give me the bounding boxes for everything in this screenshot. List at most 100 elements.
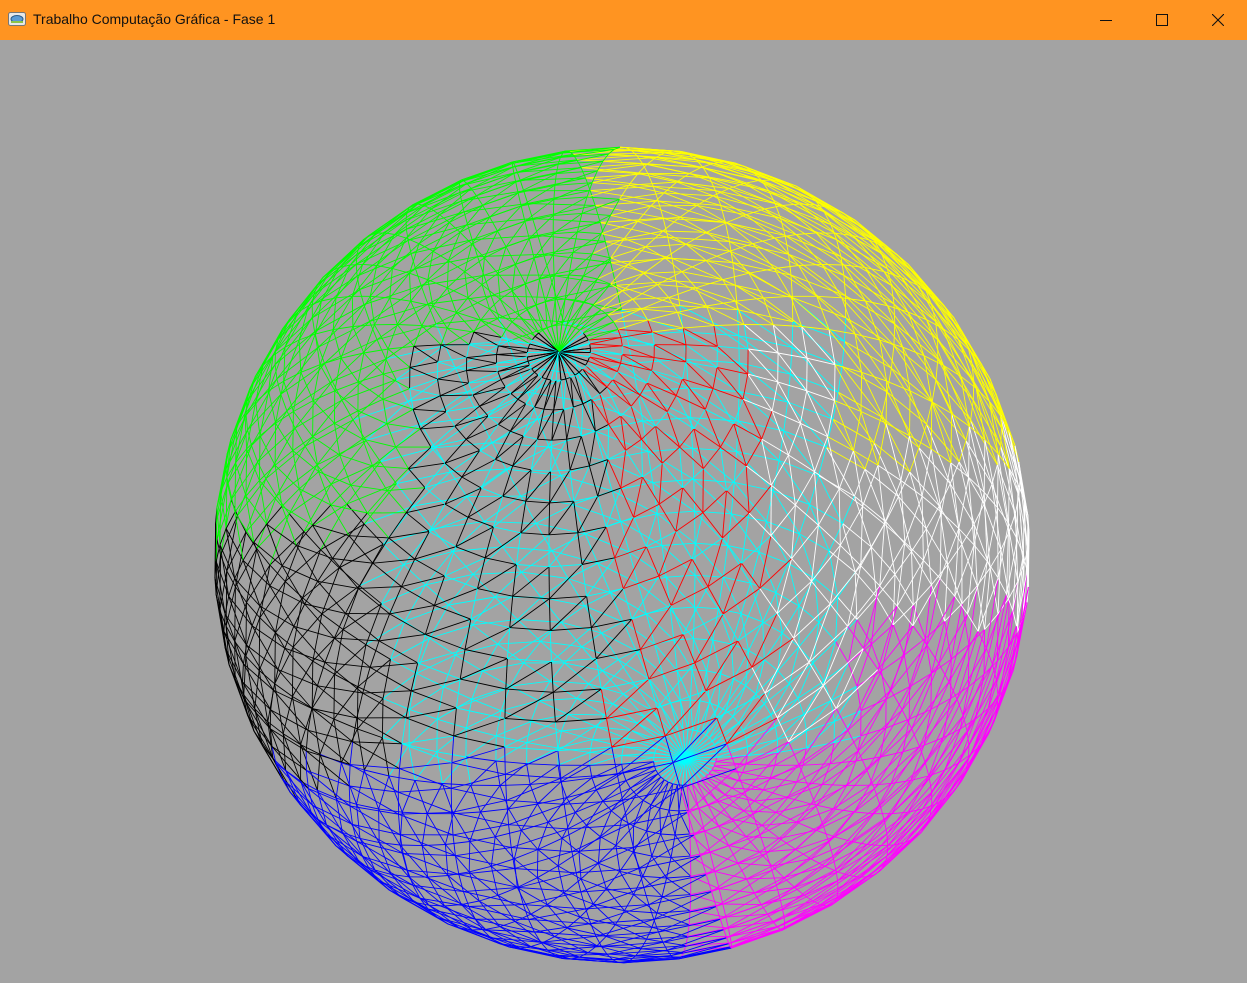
mesh-edge bbox=[523, 662, 551, 682]
mesh-edge bbox=[298, 339, 302, 373]
mesh-edge bbox=[665, 576, 695, 608]
mesh-edge bbox=[798, 504, 811, 535]
mesh-edge bbox=[642, 476, 660, 505]
mesh-edge bbox=[737, 862, 747, 880]
mesh-edge bbox=[706, 222, 727, 233]
mesh-edge bbox=[726, 214, 747, 223]
mesh-edge bbox=[715, 190, 776, 204]
mesh-edge bbox=[525, 278, 540, 285]
mesh-edge bbox=[446, 312, 457, 329]
mesh-edge bbox=[860, 372, 863, 412]
mesh-edge bbox=[357, 381, 384, 400]
mesh-edge bbox=[517, 398, 527, 405]
mesh-edge bbox=[722, 512, 750, 539]
mesh-edge bbox=[958, 477, 970, 529]
mesh-edge bbox=[770, 535, 793, 559]
mesh-edge bbox=[540, 641, 565, 664]
mesh-edge bbox=[606, 386, 632, 407]
mesh-edge bbox=[776, 558, 793, 614]
mesh-edge bbox=[711, 891, 717, 907]
minimize-button[interactable] bbox=[1078, 0, 1134, 40]
mesh-edge bbox=[692, 669, 707, 672]
mesh-edge bbox=[376, 234, 396, 266]
mesh-edge bbox=[689, 894, 692, 911]
mesh-edge bbox=[763, 781, 797, 791]
mesh-edge bbox=[372, 558, 415, 564]
mesh-edge bbox=[838, 488, 841, 546]
mesh-edge bbox=[589, 739, 593, 753]
mesh-edge bbox=[341, 358, 387, 401]
mesh-edge bbox=[537, 222, 601, 236]
mesh-edge bbox=[825, 419, 834, 448]
title-bar[interactable]: Trabalho Computação Gráfica - Fase 1 bbox=[0, 0, 1247, 40]
mesh-edge bbox=[324, 339, 378, 364]
mesh-edge bbox=[711, 765, 715, 771]
mesh-edge bbox=[926, 578, 941, 646]
mesh-edge bbox=[466, 495, 521, 498]
mesh-edge bbox=[242, 663, 244, 682]
mesh-edge bbox=[577, 231, 602, 235]
mesh-edge bbox=[386, 408, 414, 425]
mesh-edge bbox=[420, 411, 447, 430]
mesh-edge bbox=[1014, 495, 1020, 514]
glut-window-icon[interactable] bbox=[8, 12, 26, 26]
mesh-edge bbox=[648, 874, 707, 905]
mesh-edge bbox=[690, 699, 701, 702]
mesh-edge bbox=[272, 689, 309, 731]
mesh-edge bbox=[815, 750, 859, 807]
mesh-edge bbox=[480, 808, 509, 813]
mesh-edge bbox=[568, 274, 584, 277]
mesh-edge bbox=[595, 789, 604, 802]
close-button[interactable] bbox=[1190, 0, 1246, 40]
opengl-viewport[interactable] bbox=[0, 40, 1247, 983]
mesh-edge bbox=[810, 858, 826, 867]
mesh-edge bbox=[672, 783, 678, 786]
mesh-edge bbox=[790, 274, 846, 297]
mesh-edge bbox=[514, 166, 518, 173]
mesh-edge bbox=[335, 762, 342, 799]
mesh-edge bbox=[333, 674, 335, 720]
mesh-edge bbox=[777, 352, 808, 392]
mesh-edge bbox=[791, 524, 819, 559]
mesh-edge bbox=[496, 735, 527, 744]
mesh-edge bbox=[1000, 428, 1002, 447]
mesh-edge bbox=[745, 738, 748, 747]
mesh-edge bbox=[421, 813, 428, 846]
mesh-edge bbox=[668, 297, 707, 307]
mesh-edge bbox=[374, 869, 402, 898]
mesh-edge bbox=[466, 370, 470, 384]
mesh-edge bbox=[726, 692, 766, 745]
mesh-edge bbox=[675, 487, 684, 532]
mesh-edge bbox=[451, 787, 507, 801]
mesh-edge bbox=[461, 450, 481, 478]
mesh-edge bbox=[333, 326, 353, 331]
mesh-edge bbox=[550, 440, 553, 472]
mesh-edge bbox=[836, 863, 885, 898]
mesh-edge bbox=[1012, 610, 1017, 627]
mesh-edge bbox=[764, 204, 783, 210]
maximize-button[interactable] bbox=[1134, 0, 1190, 40]
mesh-edge bbox=[453, 707, 457, 736]
mesh-edge bbox=[407, 869, 459, 876]
mesh-edge bbox=[550, 469, 571, 472]
mesh-edge bbox=[338, 232, 377, 268]
mesh-edge bbox=[742, 764, 775, 774]
mesh-edge bbox=[847, 669, 879, 731]
mesh-edge bbox=[702, 446, 721, 469]
mesh-edge bbox=[788, 254, 792, 276]
mesh-edge bbox=[296, 544, 333, 559]
mesh-edge bbox=[480, 459, 496, 489]
mesh-edge bbox=[599, 810, 612, 837]
mesh-edge bbox=[511, 264, 516, 291]
mesh-edge bbox=[892, 624, 905, 656]
mesh-edge bbox=[317, 685, 358, 719]
mesh-edge bbox=[740, 613, 750, 651]
mesh-edge bbox=[413, 344, 442, 347]
mesh-edge bbox=[451, 773, 506, 789]
mesh-edge bbox=[268, 390, 277, 424]
mesh-edge bbox=[685, 344, 718, 347]
mesh-edge bbox=[621, 305, 680, 311]
mesh-edge bbox=[378, 640, 418, 664]
mesh-edge bbox=[589, 343, 591, 349]
mesh-edge bbox=[243, 663, 274, 691]
